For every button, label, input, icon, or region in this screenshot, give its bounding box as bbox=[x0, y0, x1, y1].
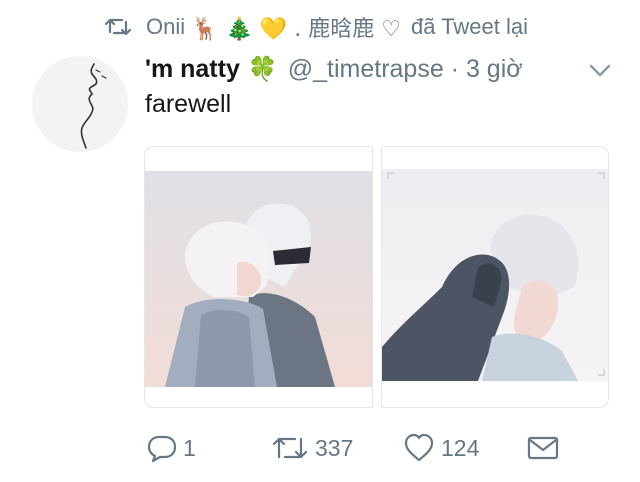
tweet-image-right[interactable] bbox=[381, 146, 609, 408]
reply-count: 1 bbox=[183, 434, 196, 461]
tweet-text: farewell bbox=[145, 90, 232, 118]
tweet-header[interactable]: 'm natty 🍀 @_timetrapse · 3 giờ bbox=[145, 52, 523, 86]
retweet-button[interactable]: 337 bbox=[271, 430, 353, 466]
reply-icon bbox=[147, 435, 177, 463]
reply-button[interactable]: 1 bbox=[147, 430, 196, 466]
display-name[interactable]: 'm natty bbox=[145, 55, 240, 84]
avatar[interactable] bbox=[32, 56, 128, 152]
retweet-count: 337 bbox=[315, 434, 354, 461]
retweet-suffix: đã Tweet lại bbox=[411, 14, 529, 39]
retweet-icon bbox=[272, 437, 308, 459]
retweet-context[interactable]: Onii 🦌 🎄 💛 . 鹿晗鹿 ♡ đã Tweet lại bbox=[104, 12, 528, 42]
clover-emoji: 🍀 bbox=[247, 55, 278, 83]
envelope-icon bbox=[527, 436, 559, 460]
retweet-icon bbox=[104, 18, 132, 36]
tweet-actions: 1 337 124 bbox=[145, 430, 625, 466]
chevron-down-icon[interactable] bbox=[588, 60, 612, 80]
handle-and-time[interactable]: @_timetrapse · 3 giờ bbox=[288, 55, 523, 84]
tweet-image-left[interactable] bbox=[144, 146, 373, 408]
retweeter-emojis: 🦌 🎄 💛 . 鹿晗鹿 ♡ bbox=[191, 17, 401, 42]
retweeter-name[interactable]: Onii bbox=[146, 14, 185, 40]
avatar-line-art bbox=[80, 63, 107, 149]
like-button[interactable]: 124 bbox=[403, 430, 479, 466]
heart-icon bbox=[404, 433, 434, 462]
direct-message-button[interactable] bbox=[527, 430, 559, 466]
like-count: 124 bbox=[441, 434, 480, 461]
